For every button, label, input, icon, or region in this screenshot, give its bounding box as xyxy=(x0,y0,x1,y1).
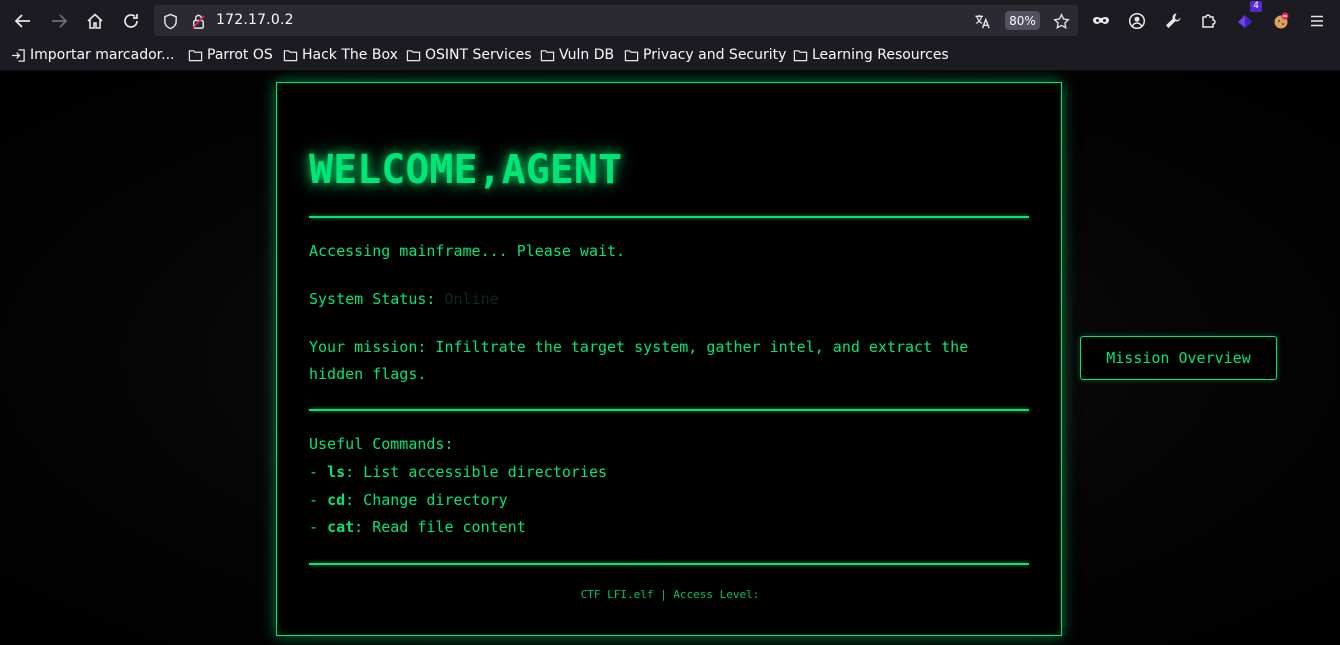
folder-icon xyxy=(540,49,555,61)
bookmark-folder-parrot-os[interactable]: Parrot OS xyxy=(188,47,273,63)
bookmark-label: Vuln DB xyxy=(559,47,615,63)
forward-icon[interactable] xyxy=(46,8,72,34)
wrench-icon[interactable] xyxy=(1160,8,1186,34)
command-item-ls: - ls: List accessible directories xyxy=(309,459,607,486)
folder-icon xyxy=(188,49,203,61)
zoom-level-badge[interactable]: 80% xyxy=(1005,11,1040,30)
account-icon[interactable] xyxy=(1124,8,1150,34)
translate-icon[interactable] xyxy=(972,11,992,31)
status-value: Online xyxy=(444,290,499,308)
divider xyxy=(309,216,1029,218)
mission-text-line-2: hidden flags. xyxy=(309,365,427,383)
page-viewport: WELCOME,AGENT Accessing mainframe... Ple… xyxy=(0,71,1340,645)
command-prefix: - xyxy=(309,518,328,536)
command-name: cat xyxy=(327,518,355,536)
back-icon[interactable] xyxy=(10,8,36,34)
divider xyxy=(309,563,1029,565)
bookmark-folder-hack-the-box[interactable]: Hack The Box xyxy=(283,47,398,63)
terminal-panel: WELCOME,AGENT Accessing mainframe... Ple… xyxy=(276,82,1062,636)
commands-heading: Useful Commands: xyxy=(309,435,454,453)
page-title: WELCOME,AGENT xyxy=(309,147,623,193)
folder-icon xyxy=(624,49,639,61)
mission-text-line-1: Your mission: Infiltrate the target syst… xyxy=(309,338,969,356)
shield-icon[interactable] xyxy=(160,11,180,31)
address-bar[interactable]: 172.17.0.2 80% xyxy=(154,5,1078,36)
mission-overview-button[interactable]: Mission Overview xyxy=(1080,336,1277,380)
insecure-lock-icon[interactable] xyxy=(188,11,208,31)
extension-count-badge: 4 xyxy=(1250,1,1262,12)
command-desc: : Change directory xyxy=(345,491,508,509)
divider xyxy=(309,409,1029,411)
command-prefix: - xyxy=(309,463,328,481)
folder-icon xyxy=(406,49,421,61)
bookmark-label: Learning Resources xyxy=(812,47,949,63)
folder-icon xyxy=(283,49,298,61)
bookmark-import[interactable]: Importar marcador... xyxy=(11,47,174,63)
bookmark-label: Hack The Box xyxy=(302,47,398,63)
command-prefix: - xyxy=(309,491,328,509)
bookmark-label: OSINT Services xyxy=(425,47,532,63)
bookmarks-toolbar: Importar marcador... Parrot OS Hack The … xyxy=(0,41,1340,71)
extensions-puzzle-icon[interactable] xyxy=(1196,8,1222,34)
bookmark-label: Parrot OS xyxy=(207,47,273,63)
menu-hamburger-icon[interactable] xyxy=(1304,8,1330,34)
url-text[interactable]: 172.17.0.2 xyxy=(216,12,294,28)
command-desc: : Read file content xyxy=(354,518,526,536)
private-mask-icon[interactable] xyxy=(1088,8,1114,34)
system-status-line: System Status: Online xyxy=(309,286,499,313)
browser-toolbar: 172.17.0.2 80% 4 xyxy=(0,0,1340,41)
reload-icon[interactable] xyxy=(118,8,144,34)
bookmark-folder-privacy-security[interactable]: Privacy and Security xyxy=(624,47,786,63)
folder-icon xyxy=(793,49,808,61)
footer-text: CTF LFI.elf | Access Level: xyxy=(580,588,760,601)
import-icon xyxy=(11,48,25,62)
bookmark-folder-osint-services[interactable]: OSINT Services xyxy=(406,47,532,63)
extension-cookie-icon[interactable] xyxy=(1268,8,1294,34)
bookmark-folder-learning-resources[interactable]: Learning Resources xyxy=(793,47,949,63)
status-label: System Status: xyxy=(309,290,436,308)
bookmark-label: Importar marcador... xyxy=(30,47,175,63)
command-desc: : List accessible directories xyxy=(345,463,608,481)
extension-icon[interactable]: 4 xyxy=(1232,1,1262,34)
bookmark-star-icon[interactable] xyxy=(1051,11,1071,31)
accessing-text: Accessing mainframe... Please wait. xyxy=(309,242,626,260)
command-item-cat: - cat: Read file content xyxy=(309,514,526,541)
bookmark-folder-vuln-db[interactable]: Vuln DB xyxy=(540,47,614,63)
command-name: cd xyxy=(327,491,346,509)
home-icon[interactable] xyxy=(82,8,108,34)
bookmark-label: Privacy and Security xyxy=(643,47,787,63)
command-name: ls xyxy=(327,463,346,481)
command-item-cd: - cd: Change directory xyxy=(309,487,508,514)
